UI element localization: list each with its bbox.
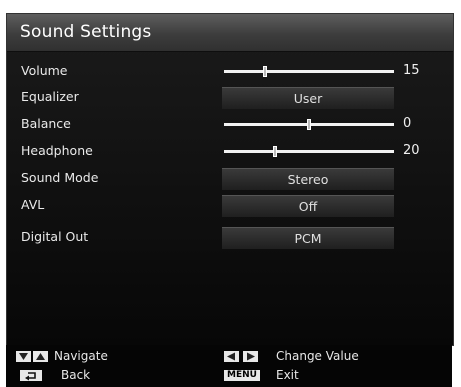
volume-slider-knob[interactable] xyxy=(263,66,267,77)
sound-mode-value[interactable]: Stereo xyxy=(222,168,394,190)
row-equalizer[interactable]: Equalizer User xyxy=(7,85,453,111)
headphone-slider-knob[interactable] xyxy=(273,146,277,157)
digital-out-label: Digital Out xyxy=(21,229,89,244)
headphone-slider[interactable] xyxy=(224,146,394,157)
up-arrow-icon xyxy=(33,351,48,362)
balance-slider[interactable] xyxy=(224,119,394,130)
right-arrow-icon xyxy=(243,351,258,362)
row-headphone[interactable]: Headphone 20 xyxy=(7,139,453,165)
row-sound-mode[interactable]: Sound Mode Stereo xyxy=(7,166,453,192)
down-arrow-icon xyxy=(16,351,31,362)
title-bar: Sound Settings xyxy=(7,14,453,52)
row-digital-out[interactable]: Digital Out PCM xyxy=(7,225,453,251)
balance-label: Balance xyxy=(21,116,71,131)
volume-label: Volume xyxy=(21,63,68,78)
headphone-label: Headphone xyxy=(21,143,93,158)
equalizer-value[interactable]: User xyxy=(222,87,394,109)
page-title: Sound Settings xyxy=(20,22,152,42)
digital-out-value[interactable]: PCM xyxy=(222,227,394,249)
row-balance[interactable]: Balance 0 xyxy=(7,112,453,138)
left-arrow-icon xyxy=(224,351,239,362)
menu-key: MENU xyxy=(224,370,260,381)
footer-hints: Navigate Back Change Value MENU Exit xyxy=(6,345,452,387)
navigate-hint: Navigate xyxy=(54,349,108,363)
avl-label: AVL xyxy=(21,197,45,212)
return-icon xyxy=(20,370,42,381)
sound-settings-panel: Sound Settings Volume 15 Equalizer User … xyxy=(6,13,454,346)
row-volume[interactable]: Volume 15 xyxy=(7,59,453,85)
change-value-hint: Change Value xyxy=(276,349,359,363)
exit-hint: Exit xyxy=(276,368,299,382)
back-hint: Back xyxy=(61,368,91,382)
headphone-value: 20 xyxy=(403,143,420,158)
sound-mode-label: Sound Mode xyxy=(21,170,99,185)
balance-slider-knob[interactable] xyxy=(307,119,311,130)
avl-value[interactable]: Off xyxy=(222,195,394,217)
volume-value: 15 xyxy=(403,63,420,78)
volume-slider-track xyxy=(224,70,394,73)
row-avl[interactable]: AVL Off xyxy=(7,193,453,219)
volume-slider[interactable] xyxy=(224,66,394,77)
equalizer-label: Equalizer xyxy=(21,89,79,104)
balance-value: 0 xyxy=(403,116,412,131)
headphone-slider-track xyxy=(224,150,394,153)
